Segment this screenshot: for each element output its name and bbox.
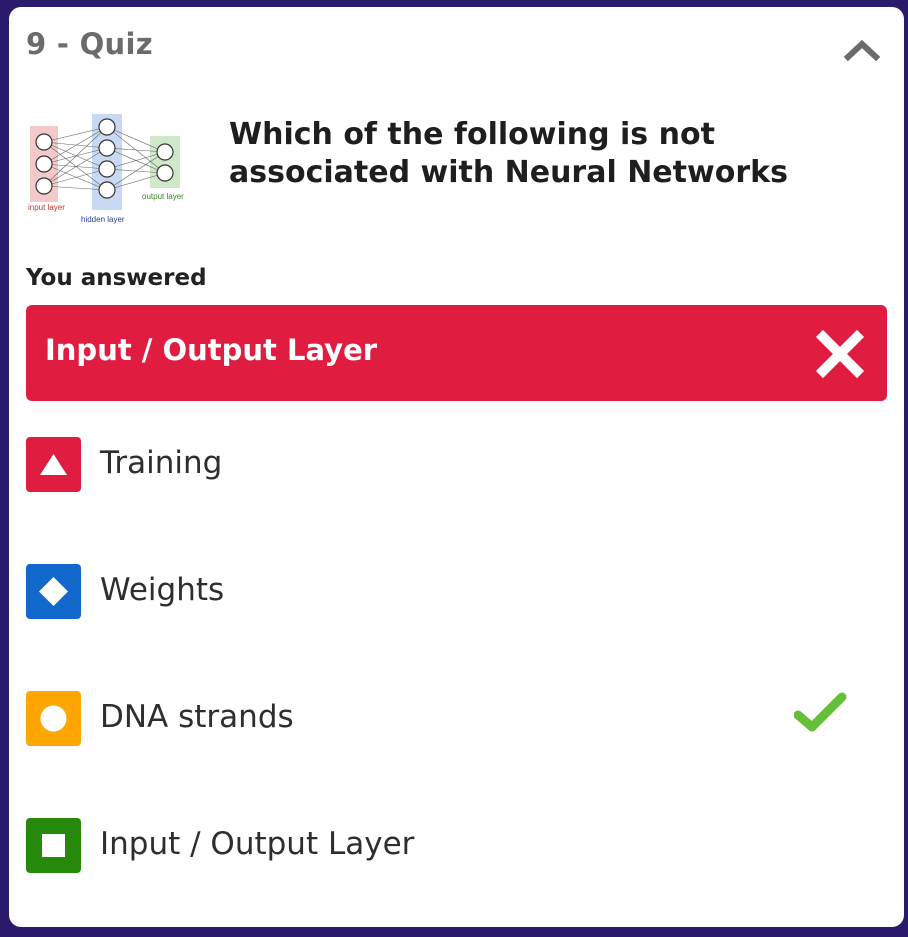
triangle-icon bbox=[26, 437, 81, 492]
diamond-icon bbox=[26, 564, 81, 619]
option-label: DNA strands bbox=[100, 699, 294, 735]
option-training[interactable]: Training bbox=[26, 435, 887, 495]
quiz-title: 9 - Quiz bbox=[26, 27, 153, 61]
option-dna-strands[interactable]: DNA strands bbox=[26, 689, 887, 749]
hidden-layer-label: hidden layer bbox=[81, 215, 125, 224]
selected-answer-text: Input / Output Layer bbox=[45, 333, 378, 367]
collapse-button[interactable] bbox=[843, 35, 881, 63]
output-layer-label: output layer bbox=[142, 192, 184, 201]
option-label: Weights bbox=[100, 572, 225, 608]
quiz-card: 9 - Quiz input layer hidden layer output… bbox=[9, 7, 904, 927]
quiz-header: 9 - Quiz bbox=[26, 27, 884, 67]
selected-answer-bar: Input / Output Layer bbox=[26, 305, 887, 401]
you-answered-heading: You answered bbox=[26, 265, 207, 291]
question-row: input layer hidden layer output layer Wh… bbox=[26, 112, 884, 237]
neural-network-image: input layer hidden layer output layer bbox=[28, 114, 184, 224]
input-layer-label: input layer bbox=[28, 203, 65, 212]
chevron-up-icon bbox=[843, 39, 881, 62]
option-label: Training bbox=[100, 445, 223, 481]
square-icon bbox=[26, 818, 81, 873]
circle-icon bbox=[26, 691, 81, 746]
option-input-output-layer[interactable]: Input / Output Layer bbox=[26, 816, 887, 876]
x-icon bbox=[815, 329, 865, 379]
option-label: Input / Output Layer bbox=[100, 826, 415, 862]
checkmark-icon bbox=[794, 692, 847, 732]
question-text: Which of the following is not associated… bbox=[229, 117, 788, 190]
option-weights[interactable]: Weights bbox=[26, 562, 887, 622]
